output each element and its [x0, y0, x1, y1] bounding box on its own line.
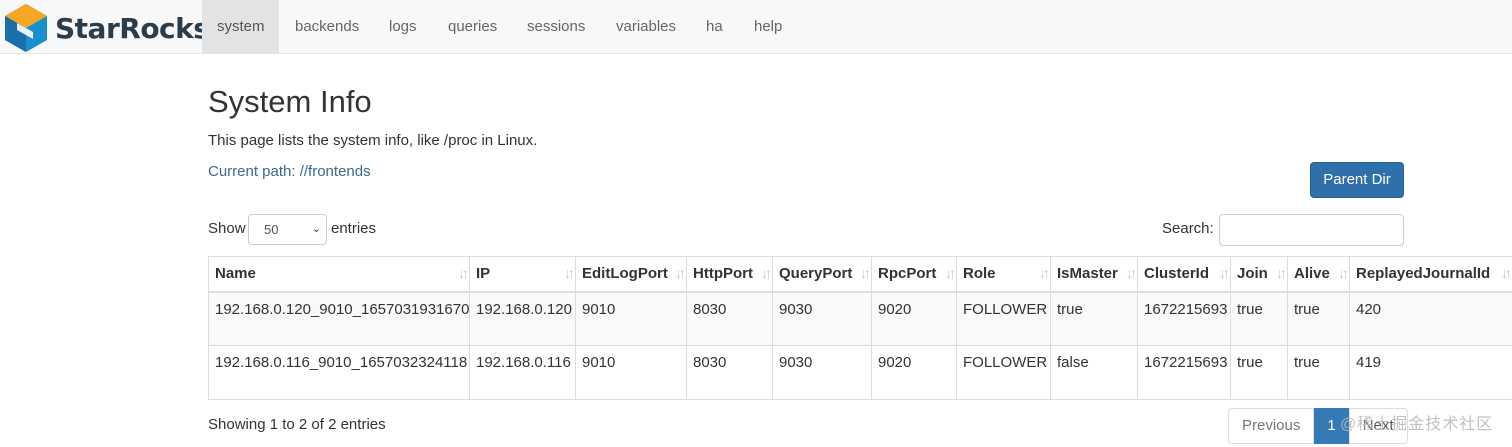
top-navbar: StarRocks system backends logs queries s… — [0, 0, 1512, 54]
nav-item-variables[interactable]: variables — [616, 0, 676, 54]
sort-icon: ↓↑ — [1501, 265, 1512, 281]
search-input[interactable] — [1219, 214, 1404, 246]
sort-icon: ↓↑ — [1276, 265, 1287, 281]
show-label: Show — [208, 220, 246, 237]
table-cell: false — [1050, 345, 1138, 400]
parent-dir-button[interactable]: Parent Dir — [1310, 162, 1404, 198]
table-cell: 9030 — [772, 291, 872, 346]
table-cell: 192.168.0.116_9010_1657032324118 — [208, 345, 470, 400]
page-description: This page lists the system info, like /p… — [208, 132, 538, 149]
table-cell: 8030 — [686, 345, 773, 400]
nav-item-queries[interactable]: queries — [448, 0, 497, 54]
table-cell: FOLLOWER — [956, 291, 1051, 346]
column-header-httpport[interactable]: HttpPort ↓↑ — [686, 256, 773, 293]
nav-item-sessions[interactable]: sessions — [527, 0, 585, 54]
nav-item-ha[interactable]: ha — [706, 0, 723, 54]
nav-item-logs[interactable]: logs — [389, 0, 417, 54]
nav-item-backends[interactable]: backends — [295, 0, 359, 54]
sort-icon: ↓↑ — [1039, 265, 1050, 281]
sort-icon: ↓↑ — [860, 265, 871, 281]
table-info-text: Showing 1 to 2 of 2 entries — [208, 416, 386, 433]
column-header-join[interactable]: Join ↓↑ — [1230, 256, 1288, 293]
sort-icon: ↓↑ — [1338, 265, 1349, 281]
table-cell: 420 — [1349, 291, 1512, 346]
table-cell: true — [1230, 345, 1288, 400]
starrocks-logo-icon — [5, 4, 47, 52]
sort-icon: ↓↑ — [458, 265, 469, 281]
entries-label: entries — [331, 220, 377, 237]
table-cell: 192.168.0.116 — [469, 345, 576, 400]
column-header-role[interactable]: Role ↓↑ — [956, 256, 1051, 293]
table-cell: 419 — [1349, 345, 1512, 400]
column-header-alive[interactable]: Alive ↓↑ — [1287, 256, 1350, 293]
table-cell: 8030 — [686, 291, 773, 346]
table-row: 192.168.0.116_9010_1657032324118 192.168… — [208, 345, 1512, 400]
column-header-queryport[interactable]: QueryPort ↓↑ — [772, 256, 872, 293]
column-header-ismaster[interactable]: IsMaster ↓↑ — [1050, 256, 1138, 293]
table-cell: true — [1050, 291, 1138, 346]
sort-icon: ↓↑ — [945, 265, 956, 281]
current-path-link[interactable]: Current path: //frontends — [208, 163, 371, 180]
sort-icon: ↓↑ — [761, 265, 772, 281]
table-cell: 1672215693 — [1137, 345, 1231, 400]
page-title: System Info — [208, 84, 372, 119]
brand-name: StarRocks — [55, 11, 210, 45]
table-cell: 192.168.0.120_9010_1657031931670 — [208, 291, 470, 346]
chevron-down-icon: ⌄ — [311, 223, 321, 235]
table-cell: true — [1287, 291, 1350, 346]
table-cell: true — [1230, 291, 1288, 346]
table-cell: 9020 — [871, 291, 957, 346]
table-cell: 9020 — [871, 345, 957, 400]
previous-page-button[interactable]: Previous — [1228, 408, 1315, 444]
nav-item-help[interactable]: help — [754, 0, 782, 54]
sort-icon: ↓↑ — [564, 265, 575, 281]
column-header-editlogport[interactable]: EditLogPort ↓↑ — [575, 256, 687, 293]
column-header-clusterid[interactable]: ClusterId ↓↑ — [1137, 256, 1231, 293]
table-header-row: Name ↓↑ IP ↓↑ EditLogPort ↓↑ HttpPort ↓↑ Que… — [208, 256, 1512, 293]
sort-icon: ↓↑ — [675, 265, 686, 281]
nav-item-system[interactable]: system — [202, 0, 279, 54]
table-cell: 9010 — [575, 291, 687, 346]
column-header-rpcport[interactable]: RpcPort ↓↑ — [871, 256, 957, 293]
table-cell: true — [1287, 345, 1350, 400]
brand-logo[interactable]: StarRocks — [3, 2, 210, 54]
watermark-text: @稀土掘金技术社区 — [1340, 416, 1494, 433]
frontends-table: Name ↓↑ IP ↓↑ EditLogPort ↓↑ HttpPort ↓↑ Que… — [208, 256, 1512, 400]
search-label: Search: — [1162, 220, 1214, 237]
column-header-replayedjournalid[interactable]: ReplayedJournalId ↓↑ — [1349, 256, 1512, 293]
column-header-name[interactable]: Name ↓↑ — [208, 256, 470, 293]
table-row: 192.168.0.120_9010_1657031931670 192.168… — [208, 291, 1512, 346]
sort-icon: ↓↑ — [1219, 265, 1230, 281]
table-cell: 1672215693 — [1137, 291, 1231, 346]
page-length-select[interactable]: 50 ⌄ — [248, 214, 327, 245]
page-length-value: 50 — [264, 222, 279, 237]
table-cell: 9030 — [772, 345, 872, 400]
table-cell: FOLLOWER — [956, 345, 1051, 400]
sort-icon: ↓↑ — [1126, 265, 1137, 281]
table-cell: 9010 — [575, 345, 687, 400]
column-header-ip[interactable]: IP ↓↑ — [469, 256, 576, 293]
table-cell: 192.168.0.120 — [469, 291, 576, 346]
